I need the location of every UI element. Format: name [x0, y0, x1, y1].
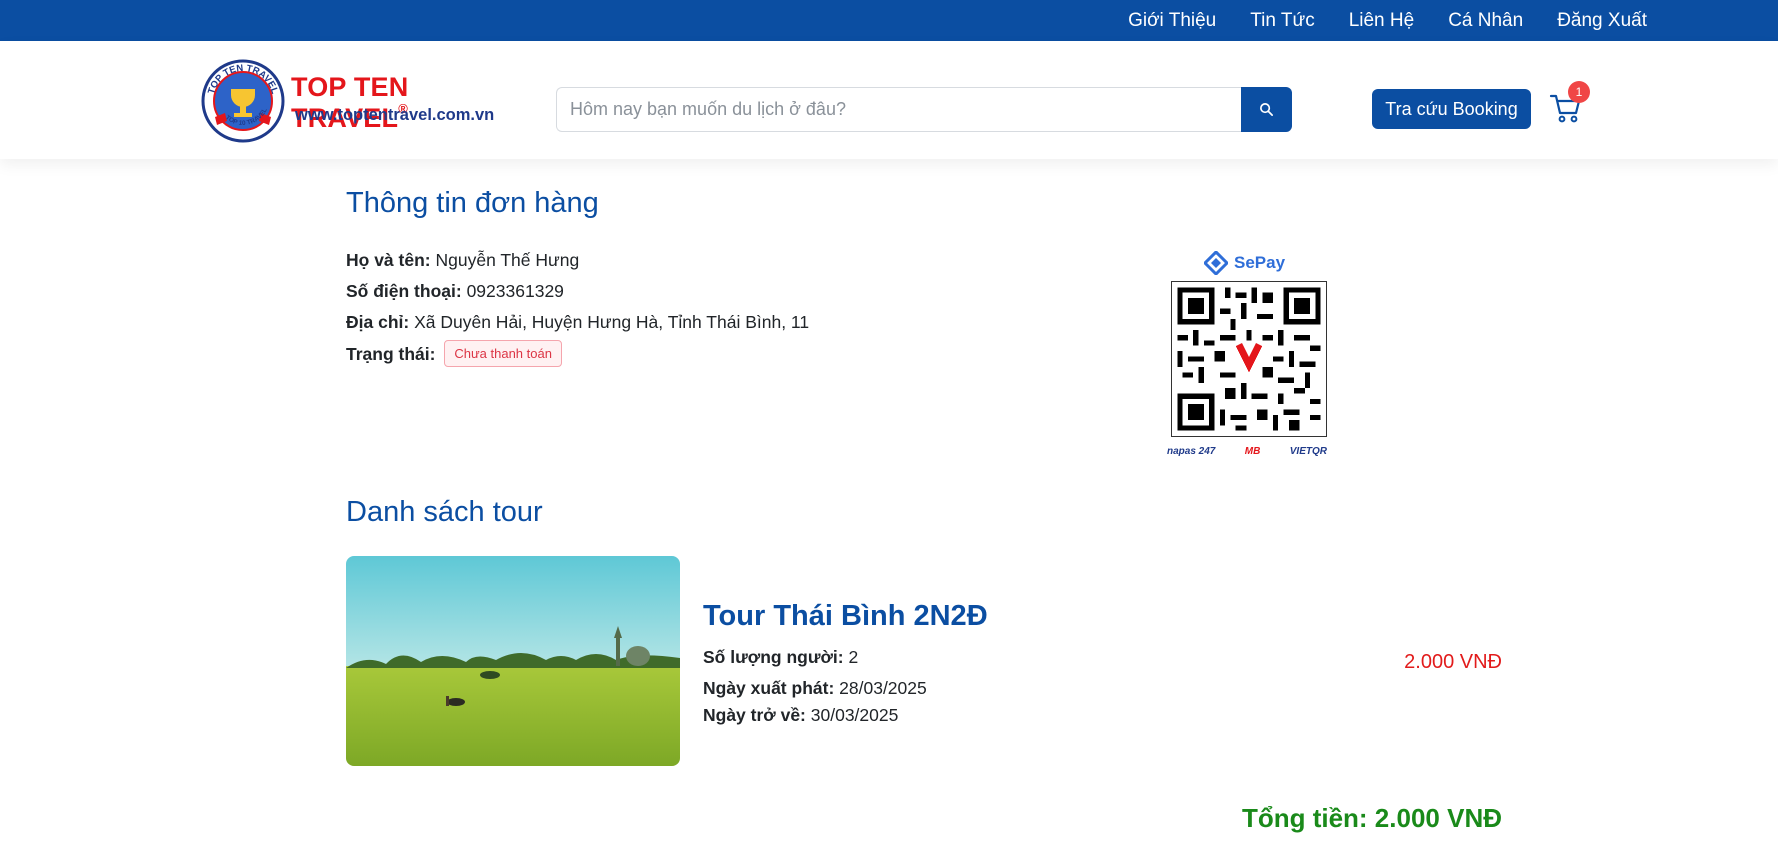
qr-partner-logos: napas 247 MB VIETQR	[1167, 446, 1327, 457]
sepay-brand-text: SePay	[1234, 253, 1286, 272]
nav-link-news[interactable]: Tin Tức	[1250, 10, 1314, 32]
mb-logo: MB	[1244, 446, 1261, 457]
search-button[interactable]	[1241, 87, 1292, 132]
tour-people-row: Số lượng người: 2	[703, 647, 858, 668]
nav-link-contact[interactable]: Liên Hệ	[1349, 10, 1415, 32]
search-bar	[556, 87, 1292, 132]
customer-name-row: Họ và tên: Nguyễn Thế Hưng	[346, 250, 579, 271]
sepay-brand: SePay	[1204, 251, 1285, 275]
tour-price: 2.000 VNĐ	[1404, 651, 1502, 673]
search-icon	[1260, 103, 1273, 116]
logo-url: www.toptentravel.com.vn	[295, 106, 495, 124]
sepay-logo-icon	[1204, 251, 1228, 275]
order-total: Tổng tiền: 2.000 VNĐ	[1241, 803, 1502, 833]
tour-people-value: 2	[848, 647, 859, 667]
customer-address-row: Địa chỉ: Xã Duyên Hải, Huyện Hưng Hà, Tỉ…	[346, 312, 809, 333]
customer-phone-row: Số điện thoại: 0923361329	[346, 281, 564, 302]
tour-image[interactable]	[346, 556, 680, 766]
search-input[interactable]	[556, 87, 1241, 132]
vietqr-logo: VIETQR	[1289, 446, 1327, 457]
order-status-label: Trạng thái:	[346, 344, 436, 365]
customer-name-value: Nguyễn Thế Hưng	[435, 250, 580, 270]
order-status-row: Trạng thái: Chưa thanh toán	[346, 340, 562, 369]
tour-return-label: Ngày trở về:	[703, 705, 806, 725]
cart-count-badge: 1	[1568, 81, 1590, 103]
top-navbar: Giới Thiệu Tin Tức Liên Hệ Cá Nhân Đăng …	[0, 0, 1778, 41]
payment-qr-panel: SePay napas 247 MB VIETQR	[1164, 247, 1330, 467]
napas-logo: napas 247	[1167, 446, 1216, 457]
tour-people-label: Số lượng người:	[703, 647, 844, 667]
order-info-heading: Thông tin đơn hàng	[346, 187, 599, 219]
tour-title[interactable]: Tour Thái Bình 2N2Đ	[703, 600, 988, 633]
tour-depart-label: Ngày xuất phát:	[703, 678, 835, 698]
tour-return-value: 30/03/2025	[810, 705, 899, 725]
payment-qr-code	[1171, 281, 1327, 437]
site-logo[interactable]: TOP TEN TRAVEL TOP 10 TRAVEL TOP TEN TRA…	[201, 59, 501, 143]
tour-return-row: Ngày trở về: 30/03/2025	[703, 705, 898, 726]
status-badge: Chưa thanh toán	[444, 340, 562, 367]
nav-link-logout[interactable]: Đăng Xuất	[1557, 10, 1647, 32]
tour-list-heading: Danh sách tour	[346, 496, 543, 528]
customer-phone-label: Số điện thoại:	[346, 281, 462, 301]
site-header: TOP TEN TRAVEL TOP 10 TRAVEL TOP TEN TRA…	[0, 41, 1778, 159]
customer-address-label: Địa chỉ:	[346, 312, 410, 332]
customer-name-label: Họ và tên:	[346, 250, 431, 270]
logo-badge-icon: TOP TEN TRAVEL TOP 10 TRAVEL	[201, 59, 285, 143]
booking-lookup-button[interactable]: Tra cứu Booking	[1372, 89, 1531, 129]
tour-depart-row: Ngày xuất phát: 28/03/2025	[703, 678, 927, 699]
tour-depart-value: 28/03/2025	[839, 678, 927, 698]
top-nav-links: Giới Thiệu Tin Tức Liên Hệ Cá Nhân Đăng …	[1128, 0, 1647, 41]
tour-landscape-image	[346, 556, 680, 766]
customer-phone-value: 0923361329	[466, 281, 564, 301]
nav-link-profile[interactable]: Cá Nhân	[1448, 10, 1523, 32]
customer-address-value: Xã Duyên Hải, Huyện Hưng Hà, Tỉnh Thái B…	[414, 312, 810, 332]
nav-link-about[interactable]: Giới Thiệu	[1128, 10, 1216, 32]
